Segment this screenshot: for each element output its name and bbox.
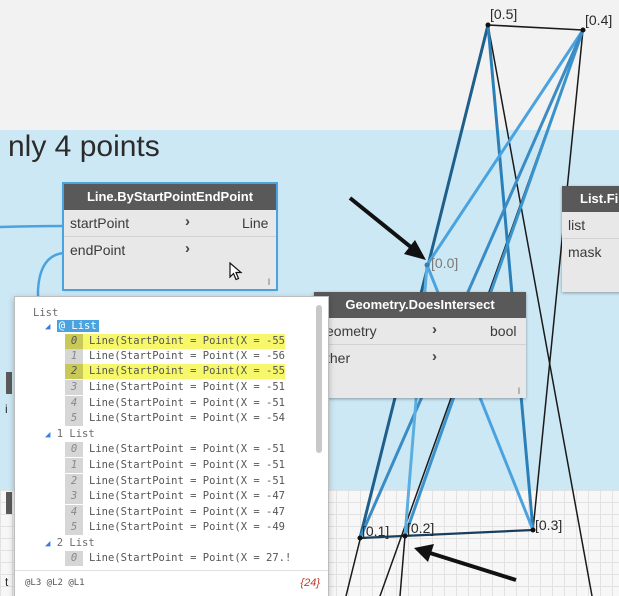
watch-item-index: 3 xyxy=(65,380,83,395)
watch-item[interactable]: 1 Line(StartPoint = Point(X = -56 xyxy=(65,349,285,364)
watch-group-header[interactable]: ◢ 1 List xyxy=(45,427,95,442)
node-footer: l xyxy=(518,386,520,396)
watch-item-index: 5 xyxy=(65,520,83,535)
watch-item[interactable]: 4 Line(StartPoint = Point(X = -51 xyxy=(65,396,285,411)
watch-item-index: 3 xyxy=(65,489,83,504)
port-label: list xyxy=(568,217,586,233)
chevron-right-icon: › xyxy=(432,348,437,365)
watch-item[interactable]: 3 Line(StartPoint = Point(X = -51 xyxy=(65,380,285,395)
node-footer: l xyxy=(268,277,270,287)
watch-item[interactable]: 0 Line(StartPoint = Point(X = 27.! xyxy=(65,551,291,566)
watch-item-index: 2 xyxy=(65,474,83,489)
dynamo-canvas[interactable]: nly 4 points [0.5] [0.4] [0.0] [0.1] [0.… xyxy=(0,0,619,596)
node-title[interactable]: Geometry.DoesIntersect xyxy=(314,292,526,318)
watch-item-index: 1 xyxy=(65,349,83,364)
watch-item[interactable]: 0 Line(StartPoint = Point(X = -51 xyxy=(65,442,285,457)
port-label: startPoint xyxy=(70,215,130,231)
watch-group-header[interactable]: ◢ @ List xyxy=(45,319,99,334)
caret-down-icon[interactable]: ◢ xyxy=(45,430,50,440)
clipped-node-edge xyxy=(6,372,12,394)
input-port-end-point[interactable]: endPoint › xyxy=(64,237,276,263)
watch-item[interactable]: 5 Line(StartPoint = Point(X = -49 xyxy=(65,520,285,535)
chevron-right-icon: › xyxy=(185,213,190,230)
chevron-right-icon: › xyxy=(185,240,190,257)
port-label: ther xyxy=(326,350,351,366)
node-geometry-does-intersect[interactable]: Geometry.DoesIntersect eometry › bool th… xyxy=(314,292,526,398)
point-label-0-4: [0.4] xyxy=(585,12,613,28)
watch-item[interactable]: 1 Line(StartPoint = Point(X = -51 xyxy=(65,458,285,473)
watch-item[interactable]: 4 Line(StartPoint = Point(X = -47 xyxy=(65,505,285,520)
watch-group-label: @ List xyxy=(56,320,99,332)
watch-item-text: Line(StartPoint = Point(X = -55 xyxy=(89,365,285,377)
mouse-pointer-icon xyxy=(229,262,243,281)
point-label-0-5: [0.5] xyxy=(490,6,518,22)
caret-down-icon[interactable]: ◢ xyxy=(45,322,50,332)
watch-item-index: 0 xyxy=(65,334,83,349)
node-title[interactable]: Line.ByStartPointEndPoint xyxy=(64,184,276,210)
node-list-filter[interactable]: List.Fi list mask xyxy=(562,186,619,292)
watch-item-index: 2 xyxy=(65,364,83,379)
input-port-list[interactable]: list xyxy=(562,212,619,239)
watch-item-text: Line(StartPoint = Point(X = -51 xyxy=(89,397,285,409)
watch-item-text: Line(StartPoint = Point(X = -56 xyxy=(89,350,285,362)
port-label: endPoint xyxy=(70,242,126,258)
watch-item-text: Line(StartPoint = Point(X = -51 xyxy=(89,443,285,455)
watch-item-index: 0 xyxy=(65,551,83,566)
watch-item[interactable]: 0 Line(StartPoint = Point(X = -55 xyxy=(65,334,285,349)
watch-item-text: Line(StartPoint = Point(X = -49 xyxy=(89,521,285,533)
caret-down-icon[interactable]: ◢ xyxy=(45,539,50,549)
output-port-bool[interactable]: bool xyxy=(490,323,516,339)
clipped-label-t: t xyxy=(5,575,9,589)
watch-scrollbar[interactable] xyxy=(316,305,322,453)
point-label-0-0: [0.0] xyxy=(431,255,459,271)
chevron-right-icon: › xyxy=(432,321,437,338)
clipped-label-i: i xyxy=(5,402,8,416)
port-label: eometry xyxy=(326,323,377,339)
port-label: mask xyxy=(568,244,602,260)
watch-item[interactable]: 3 Line(StartPoint = Point(X = -47 xyxy=(65,489,285,504)
point-label-0-3: [0.3] xyxy=(535,517,563,533)
node-line-by-start-end[interactable]: Line.ByStartPointEndPoint startPoint › L… xyxy=(62,182,278,291)
watch-item-text: Line(StartPoint = Point(X = -55 xyxy=(89,335,285,347)
node-title[interactable]: List.Fi xyxy=(562,186,619,212)
preview-bubble[interactable]: List ◢ @ List 0 Line(StartPoint = Point(X… xyxy=(14,296,329,596)
watch-item-index: 0 xyxy=(65,442,83,457)
watch-group-header[interactable]: ◢ 2 List xyxy=(45,536,95,551)
watch-item-text: Line(StartPoint = Point(X = -51 xyxy=(89,381,285,393)
item-count: {24} xyxy=(300,577,320,589)
list-levels[interactable]: @L3 @L2 @L1 xyxy=(25,578,85,588)
watch-item-text: Line(StartPoint = Point(X = 27.! xyxy=(89,552,292,564)
watch-item[interactable]: 5 Line(StartPoint = Point(X = -54 xyxy=(65,411,285,426)
watch-item-text: Line(StartPoint = Point(X = -54 xyxy=(89,412,285,424)
watch-item-index: 5 xyxy=(65,411,83,426)
output-port-line[interactable]: Line xyxy=(242,215,268,231)
watch-item-text: Line(StartPoint = Point(X = -51 xyxy=(89,475,285,487)
watch-item-index: 1 xyxy=(65,458,83,473)
point-label-0-1: [0.1] xyxy=(362,523,390,539)
watch-item[interactable]: 2 Line(StartPoint = Point(X = -51 xyxy=(65,474,285,489)
watch-footer: @L3 @L2 @L1 {24} xyxy=(15,570,328,596)
watch-item-index: 4 xyxy=(65,505,83,520)
input-port-geometry[interactable]: eometry › bool xyxy=(314,318,526,345)
watch-root-text: List xyxy=(33,307,59,319)
input-port-start-point[interactable]: startPoint › Line xyxy=(64,210,276,237)
watch-item-index: 4 xyxy=(65,396,83,411)
point-label-0-2: [0.2] xyxy=(407,520,435,536)
watch-item[interactable]: 2 Line(StartPoint = Point(X = -55 xyxy=(65,364,285,379)
clipped-node-edge-2 xyxy=(6,492,12,514)
watch-group-label: 1 List xyxy=(56,428,95,440)
watch-item-text: Line(StartPoint = Point(X = -51 xyxy=(89,459,285,471)
wires xyxy=(0,224,65,300)
watch-item-text: Line(StartPoint = Point(X = -47 xyxy=(89,506,285,518)
input-port-other[interactable]: ther › xyxy=(314,345,526,371)
input-port-mask[interactable]: mask xyxy=(562,239,619,265)
watch-group-label: 2 List xyxy=(56,537,95,549)
watch-item-text: Line(StartPoint = Point(X = -47 xyxy=(89,490,285,502)
